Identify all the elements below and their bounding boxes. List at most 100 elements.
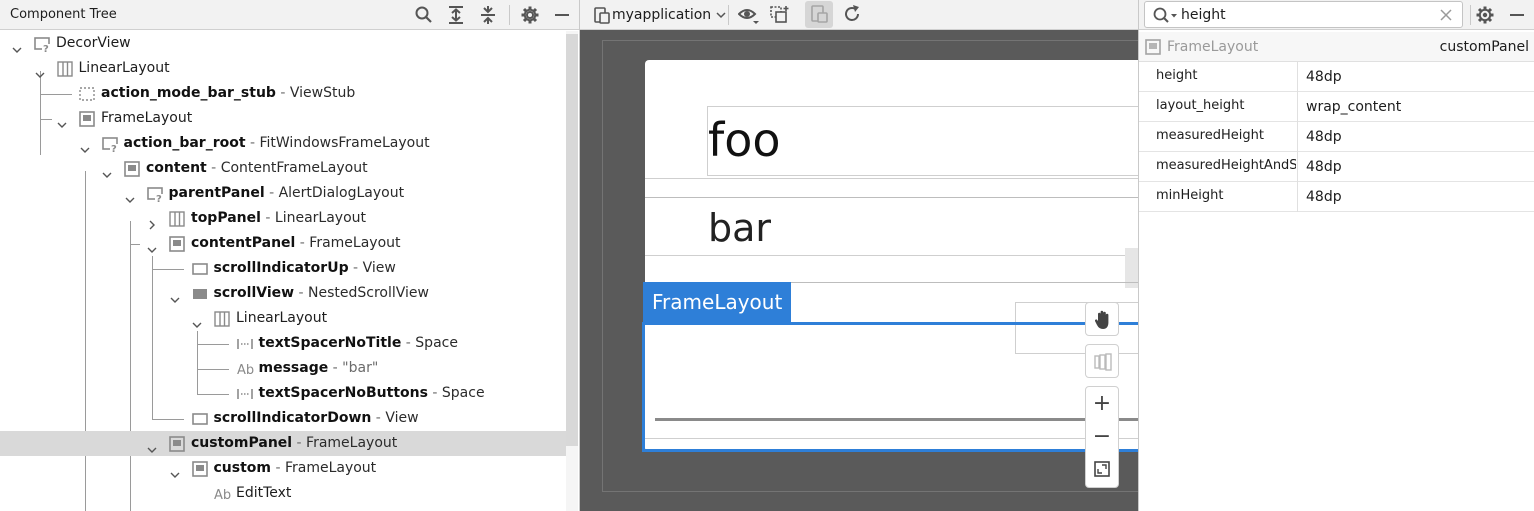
tree-row-label: - FrameLayout <box>101 106 192 131</box>
fit-screen-icon[interactable] <box>1093 460 1111 478</box>
attribute-search-input[interactable] <box>1181 5 1431 25</box>
tree-row[interactable]: - FrameLayout <box>0 106 566 131</box>
chevron-down-icon[interactable] <box>125 189 135 203</box>
tree-row[interactable]: ? parentPanel - AlertDialogLayout <box>0 181 566 206</box>
tree-row[interactable]: ? action_bar_root - FitWindowsFrameLayout <box>0 131 566 156</box>
zoom-in-button[interactable]: + <box>1086 389 1118 419</box>
duplicate-layer-icon[interactable] <box>769 5 789 25</box>
tree-row[interactable]: Ab - EditText <box>0 481 566 506</box>
view-id: message <box>258 360 329 376</box>
tree-row-label: topPanel - LinearLayout <box>191 206 366 231</box>
selected-view-highlight[interactable] <box>642 322 1138 452</box>
clear-search-icon[interactable] <box>1439 8 1453 22</box>
view-id: content <box>146 160 207 176</box>
tree-row[interactable]: - LinearLayout <box>0 56 566 81</box>
chevron-down-icon[interactable] <box>35 64 45 78</box>
attribute-name: measuredHeight <box>1156 128 1264 143</box>
collapse-all-icon[interactable] <box>478 5 498 25</box>
live-updates-toggle[interactable] <box>805 1 833 28</box>
attribute-value[interactable]: wrap_content <box>1306 92 1401 122</box>
minimize-icon[interactable] <box>1507 5 1527 25</box>
chevron-down-icon[interactable] <box>12 39 22 53</box>
zoom-controls: + − <box>1085 386 1119 488</box>
tree-row[interactable]: Ab message - "bar" <box>0 356 566 381</box>
linearlayout-icon <box>214 311 230 327</box>
unknown-view-icon: ? <box>146 186 163 205</box>
gear-icon[interactable] <box>1475 5 1495 25</box>
chevron-right-icon[interactable] <box>147 214 157 230</box>
svg-text:?: ? <box>156 194 162 202</box>
attribute-row[interactable]: layout_height wrap_content <box>1139 92 1534 122</box>
tree-row[interactable]: textSpacerNoTitle - Space <box>0 331 566 356</box>
view-type: FrameLayout <box>101 110 193 126</box>
view-type: LinearLayout <box>78 60 170 76</box>
tree-row[interactable]: scrollView - NestedScrollView <box>0 281 566 306</box>
tree-row[interactable]: custom - FrameLayout <box>0 456 566 481</box>
chevron-down-icon[interactable] <box>170 464 180 478</box>
chevron-down-icon[interactable] <box>80 139 90 153</box>
attribute-search[interactable] <box>1144 1 1463 28</box>
tree-row[interactable]: scrollIndicatorUp - View <box>0 256 566 281</box>
layout-preview-panel: myapplication foo bar + − <box>580 0 1138 511</box>
eye-icon[interactable] <box>738 5 760 25</box>
chevron-down-icon[interactable] <box>57 114 67 128</box>
tree-row[interactable]: topPanel - LinearLayout <box>0 206 566 231</box>
gear-icon[interactable] <box>520 5 540 25</box>
toolbar-divider <box>728 5 729 25</box>
attribute-row[interactable]: measuredHeightAndS... 48dp <box>1139 152 1534 182</box>
chevron-down-icon[interactable] <box>170 289 180 303</box>
attribute-row[interactable]: measuredHeight 48dp <box>1139 122 1534 152</box>
view-type: NestedScrollView <box>308 285 429 301</box>
attribute-row[interactable]: minHeight 48dp <box>1139 182 1534 212</box>
attribute-name: measuredHeightAndS... <box>1156 158 1296 173</box>
header-divider <box>509 5 510 25</box>
message-text[interactable]: bar <box>708 204 771 252</box>
attribute-value[interactable]: 48dp <box>1306 152 1342 182</box>
search-icon[interactable] <box>414 5 434 25</box>
tree-row-label: textSpacerNoButtons - Space <box>259 381 485 406</box>
attribute-row[interactable]: height 48dp <box>1139 62 1534 92</box>
label-separator: - <box>260 210 275 226</box>
hand-icon <box>1094 310 1109 329</box>
tree-row[interactable]: contentPanel - FrameLayout <box>0 231 566 256</box>
tree-row[interactable]: content - ContentFrameLayout <box>0 156 566 181</box>
chevron-down-icon[interactable] <box>192 314 202 328</box>
refresh-icon[interactable] <box>842 4 862 24</box>
tree-row[interactable]: action_mode_bar_stub - ViewStub <box>0 81 566 106</box>
view-id: topPanel <box>191 210 261 226</box>
zoom-out-button[interactable]: − <box>1086 422 1118 452</box>
tree-row[interactable]: - LinearLayout <box>0 306 566 331</box>
minimize-icon[interactable] <box>552 5 572 25</box>
tree-row[interactable]: ? - DecorView <box>0 31 566 56</box>
device-selector[interactable]: myapplication <box>594 5 727 25</box>
tree-scrollbar-thumb[interactable] <box>566 34 578 446</box>
view-icon <box>191 411 208 427</box>
scroll-view-bounds <box>645 255 1138 256</box>
unknown-view-icon: ? <box>101 136 118 155</box>
svg-text:Ab: Ab <box>214 488 231 502</box>
tree-row-label: scrollIndicatorDown - View <box>214 406 419 431</box>
attribute-name: minHeight <box>1156 188 1224 203</box>
chevron-down-icon[interactable] <box>147 239 157 253</box>
attribute-value[interactable]: 48dp <box>1306 62 1342 92</box>
view-type: View <box>362 260 396 276</box>
tree-row-label: - EditText <box>236 481 291 506</box>
label-separator: - <box>401 335 416 351</box>
tree-row-label: contentPanel - FrameLayout <box>191 231 401 256</box>
attribute-value[interactable]: 48dp <box>1306 182 1342 212</box>
toggle-view-button[interactable] <box>1085 344 1119 378</box>
pan-button[interactable] <box>1085 302 1119 336</box>
tree-row-label: textSpacerNoTitle - Space <box>259 331 458 356</box>
expand-all-icon[interactable] <box>446 5 466 25</box>
chevron-down-icon[interactable] <box>102 164 112 178</box>
attribute-value[interactable]: 48dp <box>1306 122 1342 152</box>
chevron-down-icon[interactable] <box>147 439 157 453</box>
title-view-bounds[interactable]: foo <box>707 106 1138 176</box>
tree-row[interactable]: textSpacerNoButtons - Space <box>0 381 566 406</box>
label-separator: - <box>348 260 363 276</box>
label-separator: - <box>295 235 310 251</box>
view-type: LinearLayout <box>274 210 366 226</box>
tree-row[interactable]: customPanel - FrameLayout <box>0 431 566 456</box>
attribute-name: layout_height <box>1156 98 1245 113</box>
tree-row[interactable]: scrollIndicatorDown - View <box>0 406 566 431</box>
